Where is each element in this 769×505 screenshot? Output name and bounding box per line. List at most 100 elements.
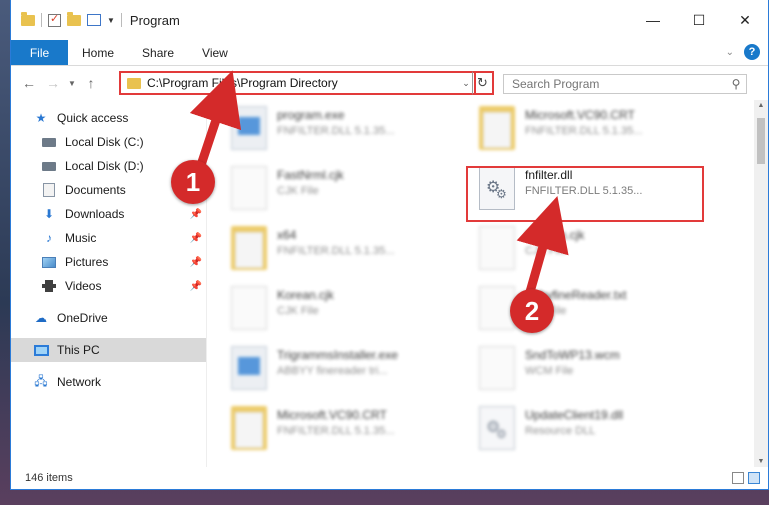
divider xyxy=(41,13,42,27)
pin-icon[interactable]: 📌 xyxy=(190,281,202,292)
file-description: FNFILTER.DLL 5.1.35... xyxy=(277,425,395,437)
nav-label: Local Disk (D:) xyxy=(65,159,144,173)
address-path[interactable]: C:\Program Files\Program Directory xyxy=(147,76,458,90)
nav-label: Videos xyxy=(65,279,102,293)
nav-network[interactable]: 🖧 Network xyxy=(11,370,206,394)
pin-icon[interactable]: 📌 xyxy=(190,257,202,268)
folder-icon[interactable] xyxy=(21,11,35,26)
star-icon: ★ xyxy=(35,111,47,125)
file-item[interactable]: FastNrml.cjk CJK File xyxy=(231,166,481,218)
quick-access-toolbar: ▼ xyxy=(11,11,122,27)
file-name: TrigrammsInstaller.exe xyxy=(277,348,398,362)
up-arrow-icon[interactable]: ↑ xyxy=(79,75,103,91)
tab-home[interactable]: Home xyxy=(68,40,128,65)
recent-locations-icon[interactable]: ▼ xyxy=(65,79,79,88)
nav-label: OneDrive xyxy=(57,311,108,325)
back-arrow-icon[interactable]: ← xyxy=(17,75,41,91)
scroll-down-icon[interactable]: ▼ xyxy=(754,458,768,465)
page-file-icon xyxy=(231,166,267,210)
help-icon[interactable]: ? xyxy=(744,44,760,60)
file-description: CJK File xyxy=(525,245,567,257)
step-1-badge: 1 xyxy=(171,160,215,204)
nav-label: Music xyxy=(65,231,97,245)
file-name: x64 xyxy=(277,228,297,242)
search-icon[interactable]: ⚲ xyxy=(726,77,746,91)
file-list: ▲ ▼ program.exe FNFILTER.DLL 5.1.35... Mic… xyxy=(207,100,768,467)
folder-icon xyxy=(127,77,141,89)
forward-arrow-icon[interactable]: → xyxy=(41,75,65,91)
page-file-icon xyxy=(479,346,515,390)
ribbon-tabs: File Home Share View ⌄ ? xyxy=(11,40,768,66)
folder-file-icon xyxy=(479,106,515,150)
document-icon xyxy=(41,183,57,197)
nav-label: Quick access xyxy=(57,111,129,125)
download-icon: ⬇ xyxy=(43,207,55,221)
expand-ribbon-icon[interactable]: ⌄ xyxy=(726,47,734,58)
file-description: FNFILTER.DLL 5.1.35... xyxy=(277,245,395,257)
scroll-up-icon[interactable]: ▲ xyxy=(754,102,768,109)
file-highlight-box xyxy=(466,166,704,222)
properties-check-icon[interactable] xyxy=(48,12,61,27)
search-input[interactable] xyxy=(512,77,726,91)
view-icon[interactable] xyxy=(87,14,101,26)
nav-this-pc[interactable]: This PC xyxy=(11,338,206,362)
close-button[interactable]: ✕ xyxy=(722,0,768,40)
network-icon: 🖧 xyxy=(34,373,48,388)
search-box[interactable]: ⚲ xyxy=(503,74,747,94)
nav-quick-access[interactable]: ★ Quick access xyxy=(11,106,206,130)
music-icon: ♪ xyxy=(46,231,52,245)
nav-downloads[interactable]: ⬇ Downloads 📌 xyxy=(11,202,206,226)
tab-file[interactable]: File xyxy=(11,40,68,65)
window-controls: — ☐ ✕ xyxy=(630,0,768,40)
nav-pictures[interactable]: Pictures 📌 xyxy=(11,250,206,274)
details-view-icon[interactable] xyxy=(732,472,744,484)
file-item[interactable]: program.exe FNFILTER.DLL 5.1.35... xyxy=(231,106,481,158)
video-icon xyxy=(41,279,57,293)
nav-music[interactable]: ♪ Music 📌 xyxy=(11,226,206,250)
file-item[interactable]: Microsoft.VC90.CRT FNFILTER.DLL 5.1.35... xyxy=(231,406,481,458)
customize-dropdown-icon[interactable]: ▼ xyxy=(107,16,115,25)
file-name: SndToWP13.wcm xyxy=(525,348,620,362)
tab-view[interactable]: View xyxy=(188,40,242,65)
file-item[interactable]: TrigrammsInstaller.exe ABBYY finereader t… xyxy=(231,346,481,398)
file-description: Resource DLL xyxy=(525,425,596,437)
nav-label: Local Disk (C:) xyxy=(65,135,144,149)
page-file-icon xyxy=(479,226,515,270)
file-name: Custom.cjk xyxy=(525,228,585,242)
disk-icon xyxy=(41,135,57,149)
file-description: WCM File xyxy=(525,365,574,377)
nav-onedrive[interactable]: ☁ OneDrive xyxy=(11,306,206,330)
large-icons-view-icon[interactable] xyxy=(748,472,760,484)
file-item[interactable]: Custom.cjk CJK File xyxy=(479,226,729,278)
file-item[interactable]: Microsoft.VC90.CRT FNFILTER.DLL 5.1.35... xyxy=(479,106,729,158)
file-item[interactable]: Korean.cjk CJK File xyxy=(231,286,481,338)
status-bar: 146 items xyxy=(11,467,768,489)
title-bar: ▼ Program — ☐ ✕ xyxy=(11,0,768,40)
main-content: ★ Quick access Local Disk (C:) Local Dis… xyxy=(11,100,768,467)
navigation-bar: ← → ▼ ↑ C:\Program Files\Program Directo… xyxy=(11,66,768,100)
file-name: Korean.cjk xyxy=(277,288,334,302)
vertical-scrollbar[interactable]: ▲ ▼ xyxy=(754,100,768,467)
window-title: Program xyxy=(129,12,180,28)
ribbon-right: ⌄ ? xyxy=(726,44,760,60)
nav-local-disk-c[interactable]: Local Disk (C:) xyxy=(11,130,206,154)
file-item[interactable]: ⚙ ⚙ UpdateClient19.dll Resource DLL xyxy=(479,406,729,458)
picture-icon xyxy=(41,255,57,269)
file-name: Microsoft.VC90.CRT xyxy=(277,408,387,422)
pin-icon[interactable]: 📌 xyxy=(190,209,202,220)
address-bar[interactable]: C:\Program Files\Program Directory ⌄ xyxy=(119,71,476,95)
maximize-button[interactable]: ☐ xyxy=(676,0,722,40)
file-item[interactable]: x64 FNFILTER.DLL 5.1.35... xyxy=(231,226,481,278)
gear-icon: ⚙ xyxy=(496,427,507,441)
tab-share[interactable]: Share xyxy=(128,40,188,65)
pin-icon[interactable]: 📌 xyxy=(190,233,202,244)
file-name: FastNrml.cjk xyxy=(277,168,344,182)
dll-file-icon: ⚙ ⚙ xyxy=(479,406,515,450)
new-folder-icon[interactable] xyxy=(67,11,81,26)
scroll-thumb[interactable] xyxy=(757,118,765,164)
divider xyxy=(120,13,122,27)
nav-videos[interactable]: Videos 📌 xyxy=(11,274,206,298)
file-item[interactable]: SndToWP13.wcm WCM File xyxy=(479,346,729,398)
refresh-icon[interactable]: ↻ xyxy=(472,71,494,95)
minimize-button[interactable]: — xyxy=(630,0,676,40)
